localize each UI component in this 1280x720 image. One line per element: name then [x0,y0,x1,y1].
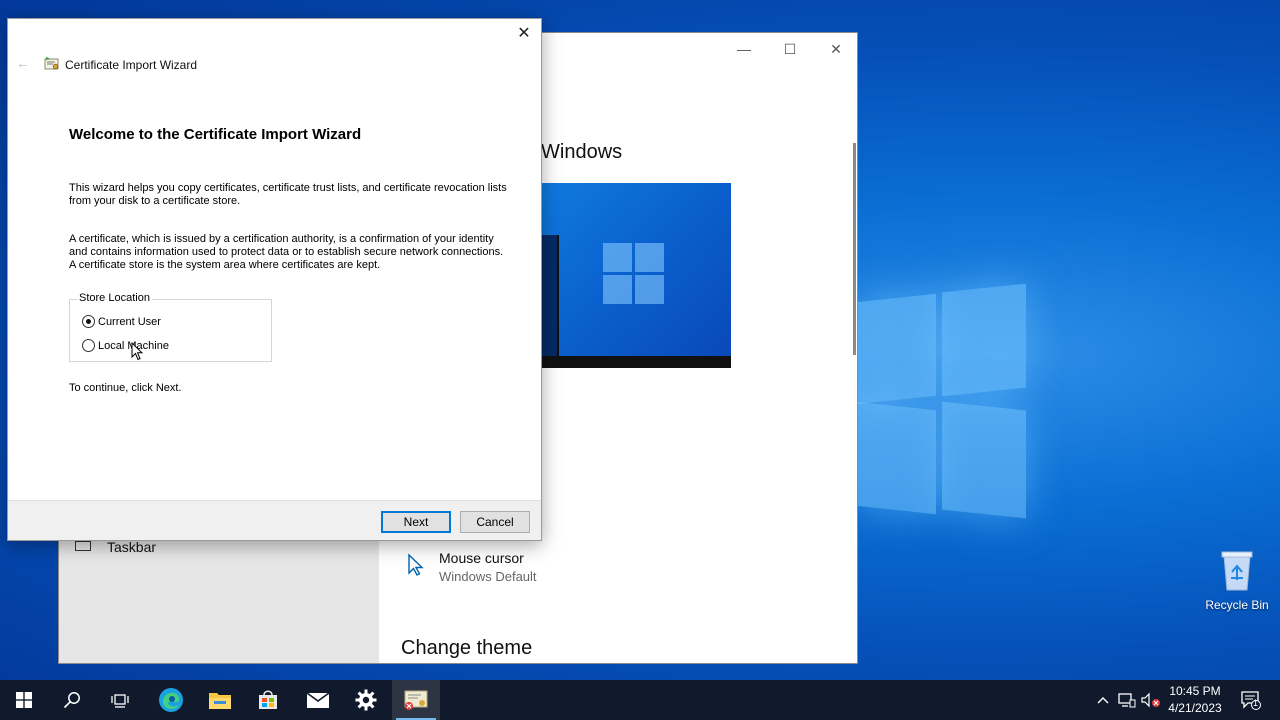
mouse-cursor-value: Windows Default [439,569,537,584]
certificate-wizard-taskbar-button[interactable] [392,680,440,720]
clock-date: 4/21/2023 [1168,701,1222,715]
store-taskbar-button[interactable] [244,680,292,720]
wizard-close-button[interactable]: ✕ [513,25,535,45]
file-explorer-taskbar-button[interactable] [196,680,244,720]
search-button[interactable] [48,680,96,720]
mouse-cursor-title: Mouse cursor [439,550,524,566]
windows-logo-icon [603,243,665,305]
cancel-button[interactable]: Cancel [460,511,530,533]
minimize-button[interactable]: — [721,41,767,61]
radio-current-user[interactable]: Current User [82,315,161,328]
theme-preview [541,183,731,368]
search-icon [63,692,80,709]
settings-close-button[interactable]: ✕ [813,41,857,61]
certificate-import-wizard: ✕ ← Certificate Import Wizard Welcome to… [7,18,542,541]
store-location-legend: Store Location [77,292,152,304]
section-heading: Windows [541,141,623,163]
change-theme-heading: Change theme [401,637,533,659]
store-icon [259,690,277,709]
wizard-intro-paragraph: This wizard helps you copy certificates,… [69,182,507,207]
volume-tray-button[interactable] [1140,680,1162,720]
task-view-button[interactable] [96,680,144,720]
maximize-button[interactable]: ☐ [767,41,813,61]
recycle-bin-label: Recycle Bin [1205,598,1269,612]
wizard-window-title: Certificate Import Wizard [65,58,198,72]
recycle-bin-icon [1218,548,1256,592]
action-center-button[interactable]: 1 [1234,680,1268,720]
network-tray-button[interactable] [1116,680,1138,720]
windows-start-icon [16,692,32,708]
file-explorer-icon [209,693,231,709]
back-arrow-icon[interactable]: ← [16,55,30,71]
notification-count-badge: 1 [1253,698,1259,708]
mouse-cursor-icon [408,553,424,576]
chevron-up-icon [1097,697,1109,704]
certificate-wizard-icon [404,690,428,710]
task-view-icon [111,694,129,708]
mail-icon [306,692,330,708]
taskbar: 10:45 PM 4/21/2023 1 [0,680,1280,720]
wizard-footer: Next Cancel [8,500,541,540]
taskbar-icon [75,541,91,551]
notification-icon [1241,691,1261,710]
show-hidden-icons-button[interactable] [1092,680,1114,720]
settings-nav-taskbar-label: Taskbar [107,539,157,555]
recycle-bin-shortcut[interactable]: Recycle Bin [1202,548,1272,612]
wizard-certificate-paragraph: A certificate, which is issued by a cert… [69,233,504,271]
radio-local-machine-indicator[interactable] [82,339,95,352]
store-location-group: Store Location Current User Local Machin… [69,292,272,362]
wizard-heading: Welcome to the Certificate Import Wizard [69,126,362,143]
clock-time: 10:45 PM [1169,684,1221,698]
radio-local-machine[interactable]: Local Machine [82,339,169,352]
scrollbar[interactable] [853,143,856,355]
next-button[interactable]: Next [381,511,451,533]
system-clock[interactable]: 10:45 PM 4/21/2023 [1160,683,1230,717]
radio-current-user-indicator[interactable] [82,315,95,328]
windows-wallpaper-logo [856,282,1028,520]
edge-taskbar-button[interactable] [147,680,195,720]
mail-taskbar-button[interactable] [294,680,342,720]
start-button[interactable] [0,680,48,720]
network-icon [1118,693,1136,708]
radio-current-user-label: Current User [98,315,161,328]
continue-instruction: To continue, click Next. [69,382,182,394]
settings-taskbar-button[interactable] [342,680,390,720]
certificate-icon [44,57,59,70]
edge-icon [159,688,183,712]
volume-muted-icon [1141,692,1160,708]
settings-icon [355,689,377,711]
mouse-cursor-setting[interactable]: Mouse cursor Windows Default [405,549,605,589]
mouse-pointer-icon [131,342,143,361]
